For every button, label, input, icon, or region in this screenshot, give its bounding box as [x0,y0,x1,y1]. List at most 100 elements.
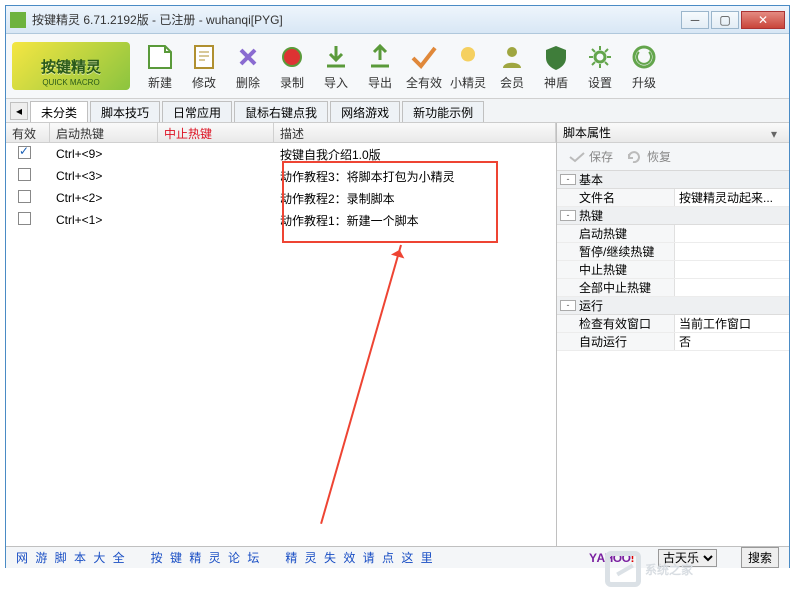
restore-action[interactable]: 恢复 [627,148,671,165]
properties-header: 脚本属性 ▾ [557,123,789,143]
list-row[interactable]: Ctrl+<9> 按键自我介绍1.0版 [6,143,556,165]
properties-grid: -基本文件名按键精灵动起来...-热键启动热键暂停/继续热键中止热键全部中止热键… [557,171,789,546]
enable-checkbox[interactable] [18,212,31,225]
prop-row[interactable]: 启动热键 [557,225,789,243]
collapse-icon[interactable]: - [560,210,576,221]
col-enable[interactable]: 有效 [6,123,50,142]
shield-icon [541,42,571,72]
col-stop[interactable]: 中止热键 [158,123,274,142]
toolbar-record-button[interactable]: 录制 [270,38,314,94]
toolbar-shield-button[interactable]: 神盾 [534,38,578,94]
window-title: 按键精灵 6.71.2192版 - 已注册 - wuhanqi[PYG] [32,11,681,28]
app-logo: 按键精灵 QUICK MACRO [12,42,130,90]
toolbar-edit-button[interactable]: 修改 [182,38,226,94]
toolbar-import-button[interactable]: 导入 [314,38,358,94]
prop-value[interactable]: 否 [675,333,789,350]
main-body: 有效 启动热键 中止热键 描述 Ctrl+<9>按键自我介绍1.0版Ctrl+<… [6,123,789,546]
properties-title: 脚本属性 [563,124,611,141]
status-link-0[interactable]: 网 游 脚 本 大 全 [16,549,127,566]
prop-value[interactable]: 当前工作窗口 [675,315,789,332]
prop-row[interactable]: 自动运行否 [557,333,789,351]
maximize-button[interactable]: ▢ [711,11,739,29]
description: 按键自我介绍1.0版 [274,146,387,163]
description: 动作教程3：将脚本打包为小精灵 [274,168,461,185]
settings-icon [585,42,615,72]
save-action[interactable]: 保存 [569,148,613,165]
prop-row[interactable]: 全部中止热键 [557,279,789,297]
col-desc[interactable]: 描述 [274,123,556,142]
edit-icon [189,42,219,72]
start-hotkey: Ctrl+<1> [50,213,158,227]
pin-icon[interactable]: ▾ [771,127,783,139]
prop-label: 检查有效窗口 [557,315,675,332]
tab-4[interactable]: 网络游戏 [330,101,400,122]
script-list: 有效 启动热键 中止热键 描述 Ctrl+<9>按键自我介绍1.0版Ctrl+<… [6,123,557,546]
collapse-icon[interactable]: - [560,300,576,311]
prop-row[interactable]: 暂停/继续热键 [557,243,789,261]
search-select[interactable]: 古天乐 [658,549,717,567]
allvalid-icon [409,42,439,72]
toolbar-upgrade-button[interactable]: 升级 [622,38,666,94]
col-start[interactable]: 启动热键 [50,123,158,142]
main-toolbar: 按键精灵 QUICK MACRO 新建修改删除录制导入导出全有效小精灵会员神盾设… [6,34,789,99]
description: 动作教程1：新建一个脚本 [274,212,425,229]
window-buttons: ─ ▢ ✕ [681,11,785,29]
properties-actions: 保存 恢复 [557,143,789,171]
minimize-button[interactable]: ─ [681,11,709,29]
app-icon [10,12,26,28]
member-icon [497,42,527,72]
close-button[interactable]: ✕ [741,11,785,29]
tab-scroll-left[interactable]: ◂ [10,102,28,120]
toolbar-export-button[interactable]: 导出 [358,38,402,94]
save-icon [569,151,585,163]
list-row[interactable]: Ctrl+<1> 动作教程1：新建一个脚本 [6,209,556,231]
enable-checkbox[interactable] [18,146,31,159]
prop-label: 自动运行 [557,333,675,350]
tab-5[interactable]: 新功能示例 [402,101,484,122]
app-window: 按键精灵 6.71.2192版 - 已注册 - wuhanqi[PYG] ─ ▢… [5,5,790,568]
list-row[interactable]: Ctrl+<3> 动作教程3：将脚本打包为小精灵 [6,165,556,187]
prop-section[interactable]: -运行 [557,297,789,315]
prop-label: 全部中止热键 [557,279,675,296]
annotation-arrow [320,245,402,524]
toolbar-elf-button[interactable]: 小精灵 [446,38,490,94]
collapse-icon[interactable]: - [560,174,576,185]
toolbar-new-button[interactable]: 新建 [138,38,182,94]
prop-label: 文件名 [557,189,675,206]
prop-value[interactable] [675,261,789,278]
record-icon [277,42,307,72]
tab-1[interactable]: 脚本技巧 [90,101,160,122]
category-tabs: ◂ 未分类脚本技巧日常应用鼠标右键点我网络游戏新功能示例 [6,99,789,123]
toolbar-member-button[interactable]: 会员 [490,38,534,94]
prop-value[interactable] [675,243,789,260]
prop-value[interactable]: 按键精灵动起来... [675,189,789,206]
tab-0[interactable]: 未分类 [30,101,88,122]
list-header: 有效 启动热键 中止热键 描述 [6,123,556,143]
prop-section[interactable]: -基本 [557,171,789,189]
prop-label: 启动热键 [557,225,675,242]
prop-value[interactable] [675,225,789,242]
toolbar-allvalid-button[interactable]: 全有效 [402,38,446,94]
list-row[interactable]: Ctrl+<2>动作教程2：录制脚本 [6,187,556,209]
status-link-1[interactable]: 按 键 精 灵 论 坛 [151,549,262,566]
status-link-2[interactable]: 精 灵 失 效 请 点 这 里 [285,549,434,566]
toolbar-delete-button[interactable]: 删除 [226,38,270,94]
prop-section[interactable]: -热键 [557,207,789,225]
enable-checkbox[interactable] [18,168,31,181]
enable-checkbox[interactable] [18,190,31,203]
prop-label: 中止热键 [557,261,675,278]
prop-row[interactable]: 检查有效窗口当前工作窗口 [557,315,789,333]
tab-2[interactable]: 日常应用 [162,101,232,122]
start-hotkey: Ctrl+<3> [50,169,158,183]
titlebar: 按键精灵 6.71.2192版 - 已注册 - wuhanqi[PYG] ─ ▢… [6,6,789,34]
tab-3[interactable]: 鼠标右键点我 [234,101,328,122]
prop-row[interactable]: 文件名按键精灵动起来... [557,189,789,207]
toolbar-settings-button[interactable]: 设置 [578,38,622,94]
start-hotkey: Ctrl+<9> [50,147,158,161]
search-button[interactable]: 搜索 [741,547,779,568]
prop-row[interactable]: 中止热键 [557,261,789,279]
prop-label: 暂停/继续热键 [557,243,675,260]
new-icon [145,42,175,72]
export-icon [365,42,395,72]
prop-value[interactable] [675,279,789,296]
